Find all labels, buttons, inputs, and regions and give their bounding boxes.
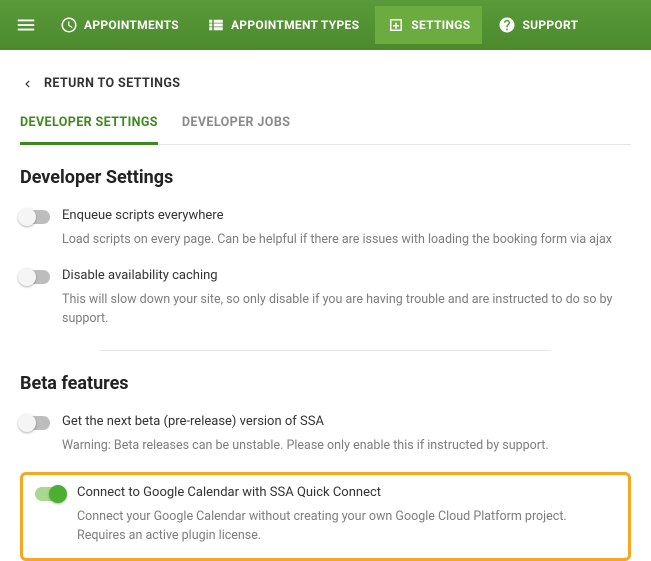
tab-developer-settings[interactable]: DEVELOPER SETTINGS	[20, 107, 158, 145]
back-label: RETURN TO SETTINGS	[44, 76, 180, 91]
setting-label: Disable availability caching	[62, 268, 631, 283]
setting-disable-caching: Disable availability caching This will s…	[20, 262, 631, 341]
tab-developer-jobs[interactable]: DEVELOPER JOBS	[182, 107, 290, 144]
setting-desc: Load scripts on every page. Can be helpf…	[62, 231, 631, 250]
toggle-quick-connect[interactable]	[35, 487, 65, 501]
nav-settings[interactable]: SETTINGS	[375, 6, 482, 44]
nav-appointments[interactable]: APPOINTMENTS	[48, 6, 191, 44]
setting-desc: This will slow down your site, so only d…	[62, 291, 631, 329]
back-to-settings[interactable]: RETURN TO SETTINGS	[20, 68, 631, 107]
nav-label: SETTINGS	[411, 18, 470, 32]
menu-button[interactable]	[8, 7, 44, 43]
highlight-quick-connect: Connect to Google Calendar with SSA Quic…	[20, 472, 631, 561]
hamburger-icon	[15, 14, 37, 36]
setting-desc: Connect your Google Calendar without cre…	[77, 508, 616, 546]
toggle-beta-next[interactable]	[20, 416, 50, 430]
toggle-disable-caching[interactable]	[20, 270, 50, 284]
setting-beta-next: Get the next beta (pre-release) version …	[20, 408, 631, 468]
topbar: APPOINTMENTS APPOINTMENT TYPES SETTINGS …	[0, 0, 651, 50]
section-title-beta: Beta features	[20, 373, 631, 394]
setting-label: Get the next beta (pre-release) version …	[62, 414, 631, 429]
chevron-left-icon	[20, 77, 34, 91]
section-title-developer-settings: Developer Settings	[20, 167, 631, 188]
nav-label: APPOINTMENT TYPES	[231, 18, 359, 32]
content: RETURN TO SETTINGS DEVELOPER SETTINGS DE…	[0, 50, 651, 561]
nav-label: APPOINTMENTS	[84, 18, 179, 32]
nav-support[interactable]: SUPPORT	[486, 6, 590, 44]
setting-label: Connect to Google Calendar with SSA Quic…	[77, 485, 616, 500]
setting-enqueue-scripts: Enqueue scripts everywhere Load scripts …	[20, 202, 631, 262]
clock-icon	[60, 16, 78, 34]
help-icon	[498, 16, 516, 34]
toggle-enqueue-scripts[interactable]	[20, 210, 50, 224]
setting-quick-connect: Connect to Google Calendar with SSA Quic…	[35, 485, 616, 546]
settings-plus-icon	[387, 16, 405, 34]
list-icon	[207, 16, 225, 34]
nav-appointment-types[interactable]: APPOINTMENT TYPES	[195, 6, 371, 44]
divider	[100, 350, 551, 351]
setting-desc: Warning: Beta releases can be unstable. …	[62, 437, 631, 456]
tabs: DEVELOPER SETTINGS DEVELOPER JOBS	[20, 107, 631, 145]
setting-label: Enqueue scripts everywhere	[62, 208, 631, 223]
nav-label: SUPPORT	[522, 18, 578, 32]
